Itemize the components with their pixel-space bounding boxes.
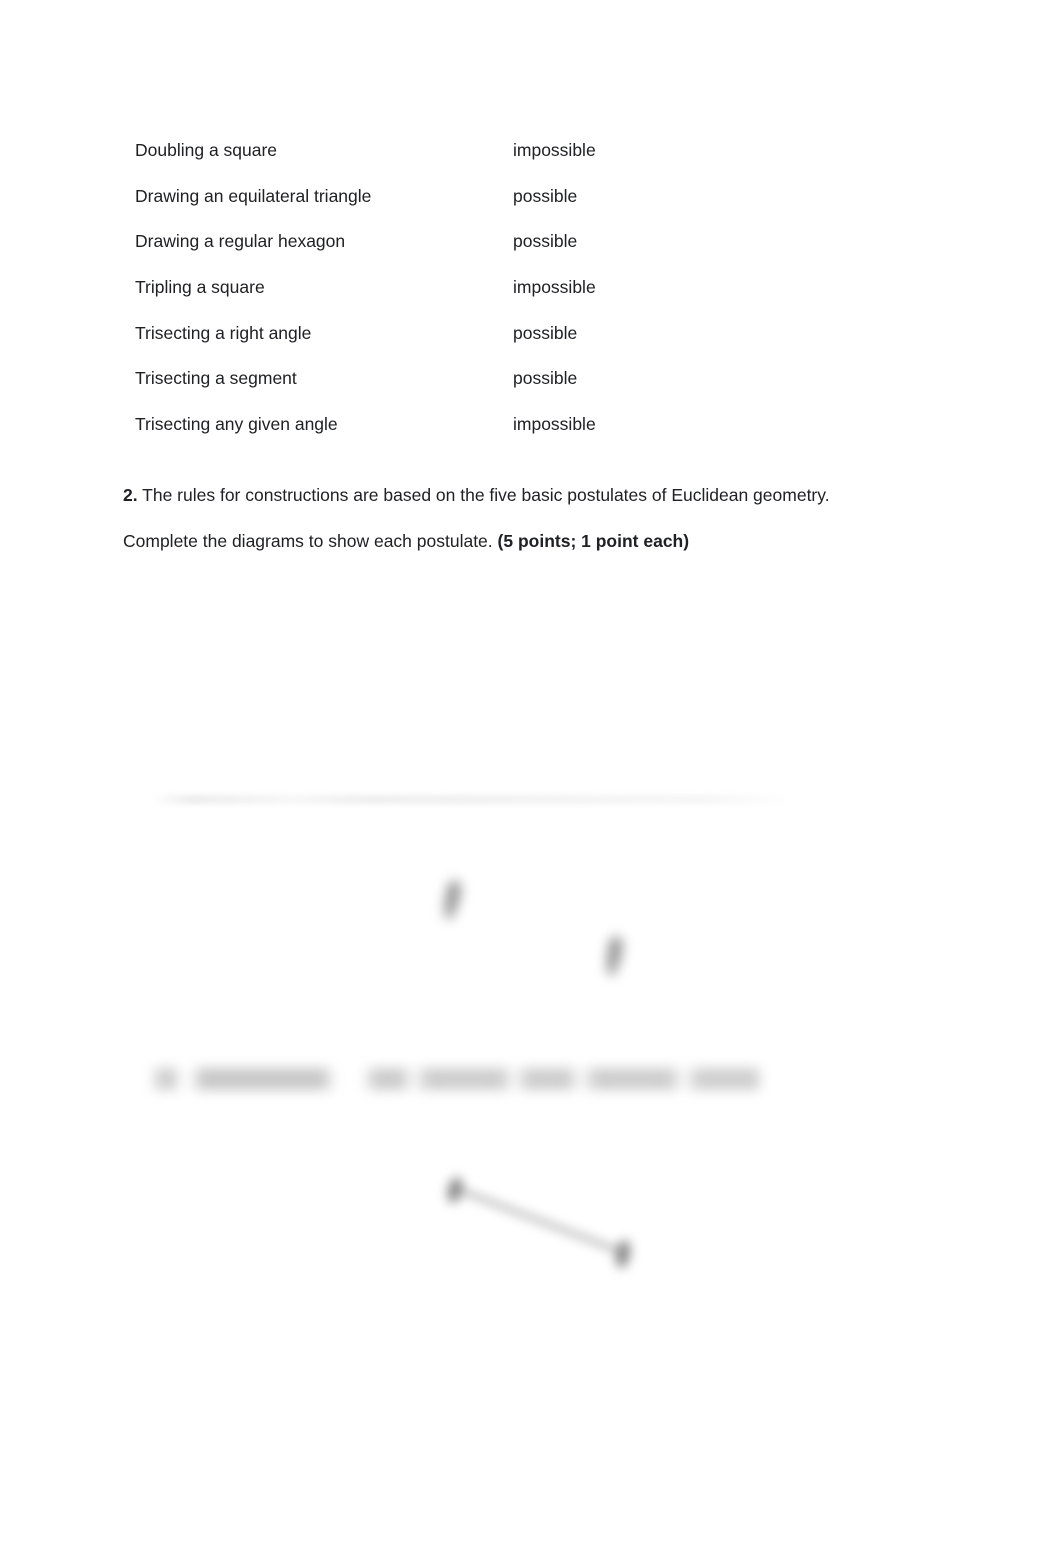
construction-task: Tripling a square xyxy=(135,276,265,297)
construction-task: Drawing an equilateral triangle xyxy=(135,185,372,206)
construction-result: impossible xyxy=(513,414,596,435)
construction-task: Drawing a regular hexagon xyxy=(135,231,346,252)
table-row: Trisecting any given angle impossible xyxy=(135,402,755,448)
table-row: Trisecting a right angle possible xyxy=(135,311,755,357)
diagram-region-description: Blurred, illegible hand-drawn geometry d… xyxy=(0,0,1,1)
segment-endpoint-right xyxy=(615,1240,631,1268)
question-2-statement: The rules for constructions are based on… xyxy=(142,485,830,505)
construction-task: Trisecting a right angle xyxy=(135,322,312,343)
constructions-table-body: Doubling a square impossible Drawing an … xyxy=(135,128,755,448)
table-row: Drawing an equilateral triangle possible xyxy=(135,174,755,220)
point-mark-b xyxy=(603,935,625,977)
blurred-caption-line xyxy=(150,1068,762,1090)
construction-result: possible xyxy=(513,231,578,252)
construction-result: possible xyxy=(513,368,578,389)
point-mark-a xyxy=(440,878,464,922)
question-2-number: 2. xyxy=(123,485,138,505)
line-segment-with-endpoints xyxy=(430,1160,660,1290)
construction-result: impossible xyxy=(513,276,596,297)
construction-task: Trisecting any given angle xyxy=(135,414,338,435)
construction-result: possible xyxy=(513,322,578,343)
construction-task: Trisecting a segment xyxy=(135,368,297,389)
question-2-line-1: 2. The rules for constructions are based… xyxy=(123,484,953,507)
construction-result: impossible xyxy=(513,139,596,160)
question-2-block: 2. The rules for constructions are based… xyxy=(123,484,953,553)
question-2-points: (5 points; 1 point each) xyxy=(497,530,690,551)
table-row: Tripling a square impossible xyxy=(135,265,755,311)
horizontal-rule-line xyxy=(152,798,796,801)
question-2-instruction: Complete the diagrams to show each postu… xyxy=(123,530,493,551)
construction-result: possible xyxy=(513,185,578,206)
construction-task: Doubling a square xyxy=(135,139,278,160)
table-row: Trisecting a segment possible xyxy=(135,356,755,402)
table-row: Drawing a regular hexagon possible xyxy=(135,219,755,265)
segment-stroke xyxy=(454,1187,624,1254)
constructions-table: Doubling a square impossible Drawing an … xyxy=(135,128,755,448)
document-page: Doubling a square impossible Drawing an … xyxy=(0,0,1062,1556)
question-2-line-2: Complete the diagrams to show each postu… xyxy=(123,530,953,553)
segment-endpoint-left xyxy=(447,1177,463,1203)
table-row: Doubling a square impossible xyxy=(135,128,755,174)
